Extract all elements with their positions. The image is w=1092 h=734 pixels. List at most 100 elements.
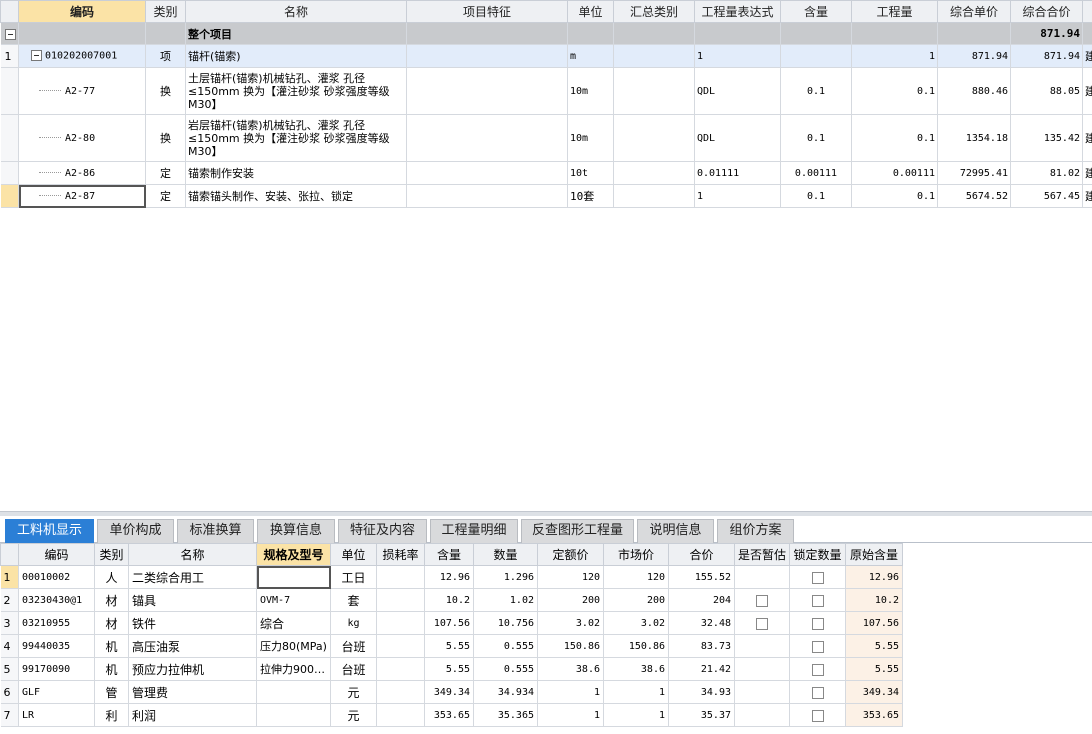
header-estimated[interactable]: 是否暂估 — [734, 543, 790, 566]
resource-market-price[interactable]: 1 — [603, 703, 669, 727]
item-feature[interactable] — [406, 184, 568, 208]
tab-conversion-info[interactable]: 换算信息 — [257, 519, 335, 543]
resource-market-price[interactable]: 150.86 — [603, 634, 669, 658]
resource-spec[interactable] — [256, 703, 331, 727]
item-summary-type[interactable] — [613, 114, 695, 162]
resource-type[interactable]: 人 — [94, 565, 129, 589]
item-unit[interactable]: 10t — [567, 161, 614, 185]
item-type[interactable]: 定 — [145, 184, 186, 208]
header-content[interactable]: 含量 — [780, 0, 852, 23]
tab-standard-conversion[interactable]: 标准换算 — [177, 519, 254, 543]
item-summary-type[interactable] — [613, 67, 695, 115]
resource-spec[interactable]: 拉伸力900… — [256, 657, 331, 681]
tab-pricing-scheme[interactable]: 组价方案 — [717, 519, 794, 543]
resource-market-price[interactable]: 200 — [603, 588, 669, 612]
resource-unit[interactable]: 套 — [330, 588, 377, 612]
item-feature[interactable] — [406, 114, 568, 162]
resource-loss[interactable] — [376, 634, 425, 658]
table-row[interactable]: A2-86 定 锚索制作安装 10t 0.01111 0.00111 0.001… — [0, 161, 1092, 185]
table-row[interactable]: 1 010202007001 项 锚杆(锚索) m 1 1 871.94 871… — [0, 44, 1092, 68]
item-expr[interactable]: 1 — [694, 44, 781, 68]
resource-code[interactable]: LR — [18, 703, 95, 727]
lock-quantity-checkbox[interactable] — [811, 594, 824, 607]
tab-unit-price-composition[interactable]: 单价构成 — [97, 519, 174, 543]
tab-description-info[interactable]: 说明信息 — [637, 519, 714, 543]
item-summary-type[interactable] — [613, 44, 695, 68]
item-content[interactable]: 0.00111 — [780, 161, 852, 185]
resource-type[interactable]: 材 — [94, 611, 129, 635]
resource-unit[interactable]: 台班 — [330, 657, 377, 681]
collapse-icon[interactable] — [31, 50, 42, 62]
item-feature[interactable] — [406, 67, 568, 115]
resource-quantity[interactable]: 1.296 — [473, 565, 538, 589]
item-content[interactable] — [780, 44, 852, 68]
resource-content[interactable]: 12.96 — [424, 565, 474, 589]
resource-content[interactable]: 349.34 — [424, 680, 474, 704]
header-quota-price[interactable]: 定额价 — [537, 543, 604, 566]
resource-code[interactable]: 99170090 — [18, 657, 95, 681]
table-row[interactable]: 4 99440035 机 高压油泵 压力80(MPa) 台班 5.55 0.55… — [0, 634, 903, 658]
header-spec[interactable]: 规格及型号 — [256, 543, 331, 566]
resource-name[interactable]: 利润 — [128, 703, 257, 727]
header-name[interactable]: 名称 — [128, 543, 257, 566]
item-expr[interactable]: QDL — [694, 114, 781, 162]
resource-loss[interactable] — [376, 703, 425, 727]
resource-content[interactable]: 5.55 — [424, 634, 474, 658]
item-unit[interactable]: 10套 — [567, 184, 614, 208]
resource-quantity[interactable]: 35.365 — [473, 703, 538, 727]
resource-type[interactable]: 机 — [94, 634, 129, 658]
item-quantity[interactable]: 0.1 — [851, 67, 938, 115]
resource-quantity[interactable]: 10.756 — [473, 611, 538, 635]
tab-quantity-detail[interactable]: 工程量明细 — [430, 519, 518, 543]
resource-content[interactable]: 353.65 — [424, 703, 474, 727]
table-row[interactable]: 7 LR 利 利润 元 353.65 35.365 1 1 35.37 353.… — [0, 703, 903, 727]
resource-spec[interactable]: 综合 — [256, 611, 331, 635]
resource-code[interactable]: 00010002 — [18, 565, 95, 589]
item-type[interactable]: 换 — [145, 114, 186, 162]
lock-quantity-checkbox[interactable] — [811, 709, 824, 722]
item-unit[interactable]: 10m — [567, 67, 614, 115]
resource-code[interactable]: 99440035 — [18, 634, 95, 658]
item-type[interactable]: 换 — [145, 67, 186, 115]
header-feature[interactable]: 项目特征 — [406, 0, 568, 23]
table-row[interactable]: 2 03230430@1 材 锚具 OVM-7 套 10.2 1.02 200 … — [0, 588, 903, 612]
resource-loss[interactable] — [376, 565, 425, 589]
resource-market-price[interactable]: 38.6 — [603, 657, 669, 681]
resource-quantity[interactable]: 34.934 — [473, 680, 538, 704]
resource-market-price[interactable]: 120 — [603, 565, 669, 589]
tab-reverse-graphic-quantity[interactable]: 反查图形工程量 — [521, 519, 634, 543]
item-summary-type[interactable] — [613, 184, 695, 208]
item-content[interactable]: 0.1 — [780, 114, 852, 162]
table-row[interactable]: 6 GLF 管 管理费 元 349.34 34.934 1 1 34.93 34… — [0, 680, 903, 704]
header-type[interactable]: 类别 — [94, 543, 129, 566]
item-type[interactable]: 项 — [145, 44, 186, 68]
resource-name[interactable]: 高压油泵 — [128, 634, 257, 658]
resource-unit[interactable]: 台班 — [330, 634, 377, 658]
resource-quantity[interactable]: 0.555 — [473, 634, 538, 658]
resource-content[interactable]: 10.2 — [424, 588, 474, 612]
item-unit[interactable]: m — [567, 44, 614, 68]
table-row[interactable]: 3 03210955 材 铁件 综合 kg 107.56 10.756 3.02… — [0, 611, 903, 635]
resource-type[interactable]: 机 — [94, 657, 129, 681]
table-row[interactable]: 5 99170090 机 预应力拉伸机 拉伸力900… 台班 5.55 0.55… — [0, 657, 903, 681]
resource-name[interactable]: 预应力拉伸机 — [128, 657, 257, 681]
header-name[interactable]: 名称 — [185, 0, 407, 23]
header-code[interactable]: 编码 — [18, 543, 95, 566]
resource-type[interactable]: 材 — [94, 588, 129, 612]
resource-spec[interactable] — [256, 680, 331, 704]
resource-code[interactable]: GLF — [18, 680, 95, 704]
tab-features-content[interactable]: 特征及内容 — [338, 519, 427, 543]
resource-loss[interactable] — [376, 680, 425, 704]
lock-quantity-checkbox[interactable] — [811, 663, 824, 676]
item-feature[interactable] — [406, 161, 568, 185]
item-name[interactable]: 锚索制作安装 — [185, 161, 407, 185]
table-row[interactable]: A2-77 换 土层锚杆(锚索)机械钻孔、灌浆 孔径≤150mm 换为【灌注砂浆… — [0, 67, 1092, 115]
resource-unit[interactable]: 工日 — [330, 565, 377, 589]
item-quantity[interactable]: 0.00111 — [851, 161, 938, 185]
resource-quantity[interactable]: 0.555 — [473, 657, 538, 681]
resource-type[interactable]: 利 — [94, 703, 129, 727]
lock-quantity-checkbox[interactable] — [811, 686, 824, 699]
resource-market-price[interactable]: 1 — [603, 680, 669, 704]
resource-spec[interactable] — [256, 565, 331, 589]
header-qty-expr[interactable]: 工程量表达式 — [694, 0, 781, 23]
